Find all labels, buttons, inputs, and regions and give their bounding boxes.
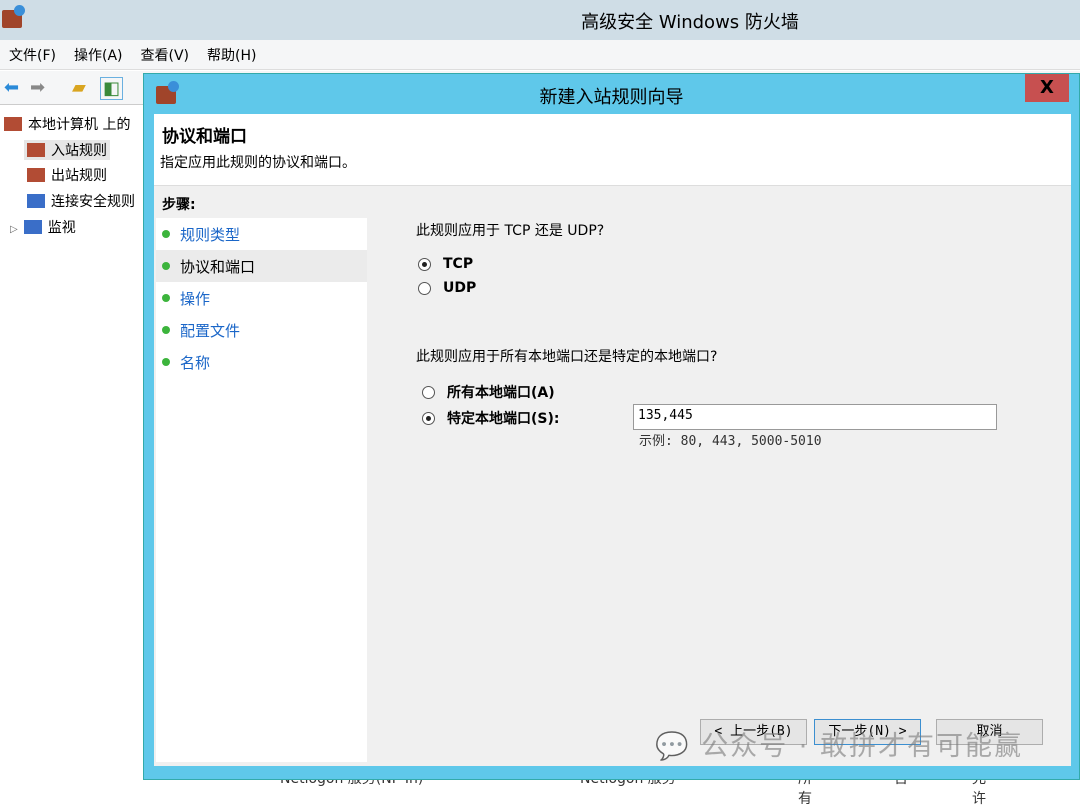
step-dot-icon <box>162 358 170 366</box>
radio-selected-icon <box>422 411 435 425</box>
new-inbound-rule-wizard: 新建入站规则向导 X 协议和端口 指定应用此规则的协议和端口。 步骤: 规则类型… <box>143 73 1080 780</box>
back-arrow-icon[interactable]: ⬅ <box>4 77 19 98</box>
step-action[interactable]: 操作 <box>156 282 367 314</box>
step-dot-icon <box>162 326 170 334</box>
monitor-icon <box>23 220 42 234</box>
radio-tcp[interactable]: TCP <box>418 256 473 272</box>
close-button[interactable]: X <box>1025 74 1069 102</box>
wechat-icon: 💬 <box>655 731 691 762</box>
dialog-title: 新建入站规则向导 <box>539 87 684 108</box>
wizard-header: 协议和端口 指定应用此规则的协议和端口。 <box>154 114 1071 186</box>
expand-arrow-icon[interactable]: ▷ <box>10 224 18 235</box>
step-dot-icon <box>162 230 170 238</box>
page-subtitle: 指定应用此规则的协议和端口。 <box>160 155 356 171</box>
wizard-body: 步骤: 规则类型 协议和端口 操作 配置文件 名称 此规则应用于 TCP 还是 … <box>154 186 1071 766</box>
radio-udp[interactable]: UDP <box>418 280 476 296</box>
steps-label: 步骤: <box>156 188 367 218</box>
app-title: 高级安全 Windows 防火墙 <box>581 12 799 33</box>
step-rule-type[interactable]: 规则类型 <box>156 218 367 250</box>
console-tree: 本地计算机 上的 入站规则 出站规则 连接安全规则 ▷ 监视 <box>0 106 150 786</box>
step-protocol-ports[interactable]: 协议和端口 <box>156 250 367 282</box>
connection-security-icon <box>27 194 45 208</box>
inbound-rules-icon <box>27 143 45 157</box>
tree-root[interactable]: 本地计算机 上的 <box>4 114 130 134</box>
radio-specific-ports[interactable]: 特定本地端口(S): <box>422 408 559 428</box>
watermark: 💬 公众号 · 敢拼才有可能赢 <box>655 731 1023 762</box>
tree-item-connection-security[interactable]: 连接安全规则 <box>27 191 135 211</box>
tree-item-outbound[interactable]: 出站规则 <box>27 165 107 185</box>
page-title: 协议和端口 <box>162 127 247 147</box>
protocol-question: 此规则应用于 TCP 还是 UDP? <box>416 223 605 239</box>
up-folder-icon[interactable]: ▰ <box>72 77 86 98</box>
port-example: 示例: 80, 443, 5000-5010 <box>639 434 822 449</box>
menu-bar: 文件(F) 操作(A) 查看(V) 帮助(H) <box>0 40 1080 70</box>
menu-action[interactable]: 操作(A) <box>65 40 132 65</box>
tree-item-monitoring[interactable]: ▷ 监视 <box>10 217 76 237</box>
menu-view[interactable]: 查看(V) <box>132 40 199 65</box>
steps-panel: 步骤: 规则类型 协议和端口 操作 配置文件 名称 <box>156 188 367 762</box>
radio-icon <box>422 385 435 399</box>
step-dot-icon <box>162 262 170 270</box>
forward-arrow-icon[interactable]: ➡ <box>30 77 45 98</box>
menu-file[interactable]: 文件(F) <box>0 40 65 65</box>
app-titlebar: 高级安全 Windows 防火墙 <box>0 0 1080 40</box>
port-question: 此规则应用于所有本地端口还是特定的本地端口? <box>416 349 718 365</box>
menu-help[interactable]: 帮助(H) <box>198 40 265 65</box>
firewall-icon <box>4 117 22 131</box>
radio-icon <box>418 281 431 295</box>
radio-selected-icon <box>418 257 431 271</box>
radio-all-ports[interactable]: 所有本地端口(A) <box>422 382 555 402</box>
outbound-rules-icon <box>27 168 45 182</box>
step-dot-icon <box>162 294 170 302</box>
port-input[interactable]: 135,445 <box>633 404 997 430</box>
tree-item-inbound[interactable]: 入站规则 <box>24 140 110 160</box>
step-profile[interactable]: 配置文件 <box>156 314 367 346</box>
step-name[interactable]: 名称 <box>156 346 367 378</box>
show-hide-tree-icon[interactable]: ◧ <box>100 77 124 100</box>
